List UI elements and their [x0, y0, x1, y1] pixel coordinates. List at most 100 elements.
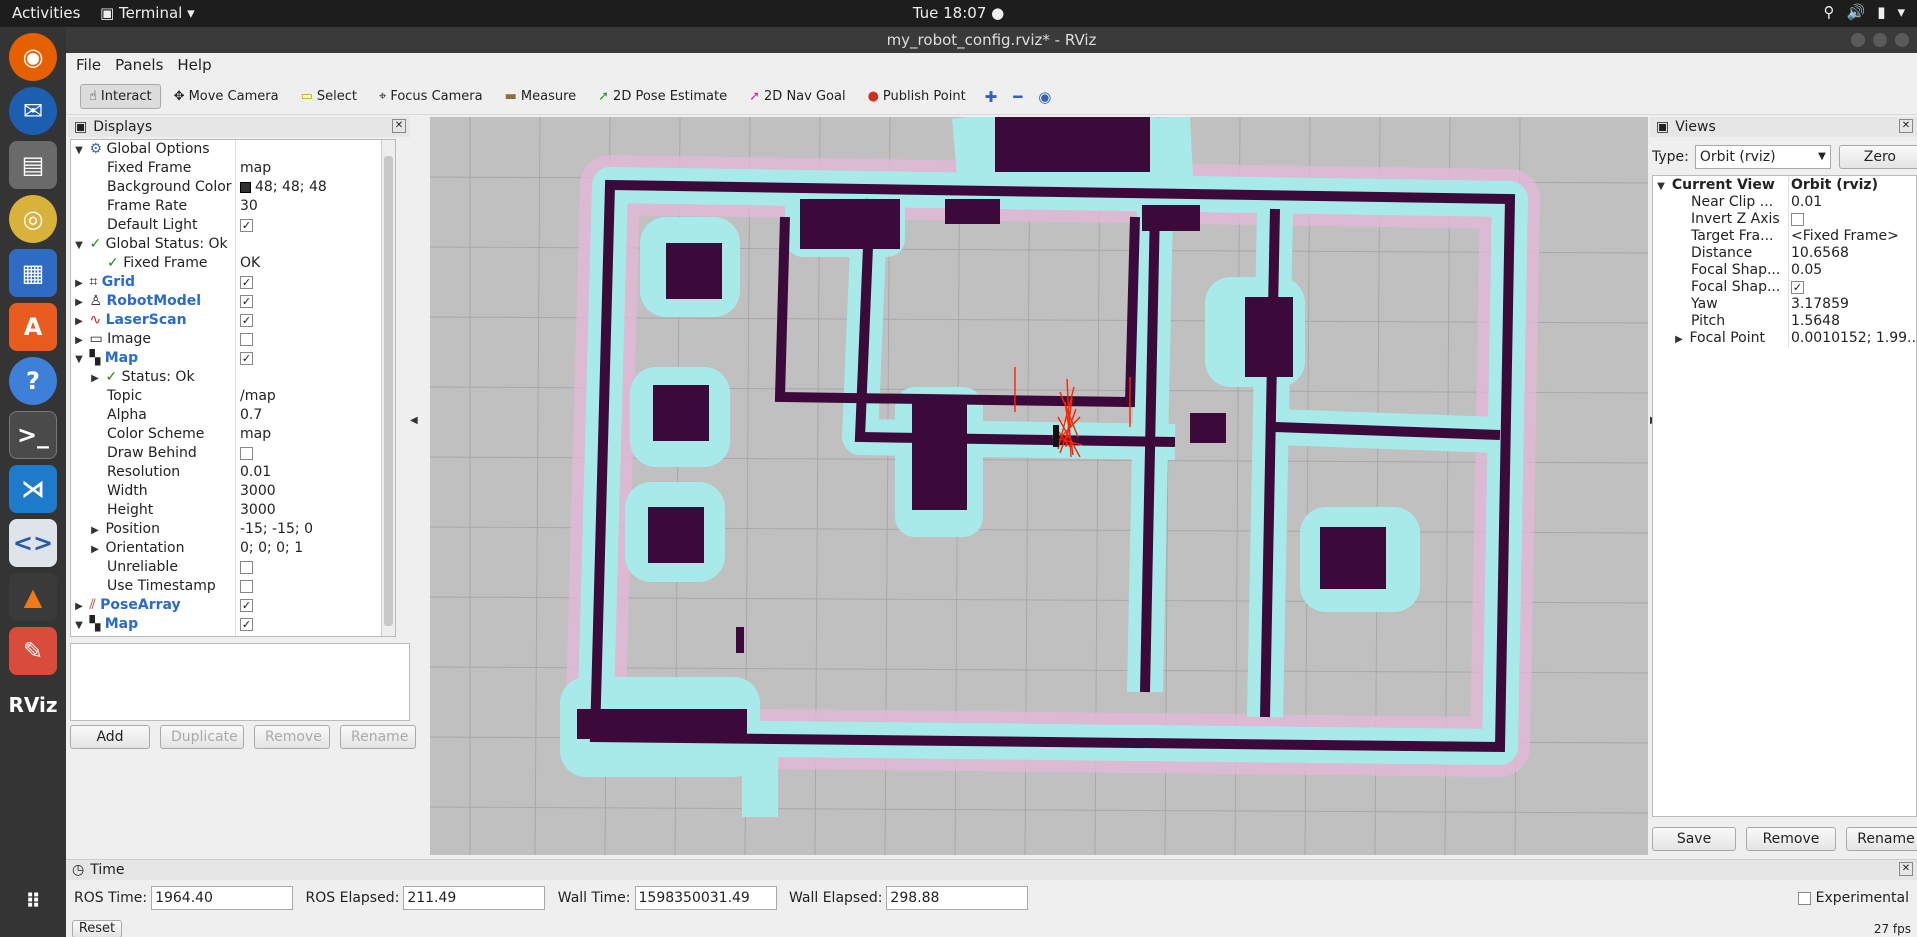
add-button[interactable]: Add — [70, 725, 150, 749]
close-icon[interactable]: ✕ — [392, 119, 406, 133]
help-icon[interactable]: ? — [9, 357, 57, 405]
tree-row[interactable]: Default Light ✓ — [71, 216, 395, 235]
move-camera-tool[interactable]: ✥ Move Camera — [165, 84, 288, 109]
tree-row[interactable]: ▼ ▚ Map ✓ — [71, 349, 395, 368]
close-icon[interactable]: ✕ — [1899, 119, 1913, 133]
menu-file[interactable]: File — [76, 53, 101, 77]
checkbox[interactable]: ✓ — [240, 275, 253, 289]
checkbox[interactable] — [240, 560, 253, 574]
files-icon[interactable]: ▤ — [9, 141, 57, 189]
tree-row[interactable]: ▼ ⚙ Global Options — [71, 140, 395, 159]
chevron-right-icon[interactable]: ▶ — [73, 312, 85, 330]
3d-viewport[interactable] — [430, 117, 1648, 855]
checkbox[interactable]: ✓ — [240, 351, 253, 365]
tree-row[interactable]: Color Scheme map — [71, 425, 395, 444]
chevron-right-icon[interactable]: ▶ — [89, 635, 101, 636]
checkbox[interactable]: ✓ — [240, 294, 253, 308]
save-button[interactable]: Save — [1652, 827, 1736, 851]
menu-panels[interactable]: Panels — [115, 53, 163, 77]
view-type-select[interactable]: Orbit (rviz) ▼ — [1694, 145, 1831, 169]
reset-button[interactable]: Reset — [72, 920, 122, 937]
tree-row[interactable]: Alpha 0.7 — [71, 406, 395, 425]
terminal-icon[interactable]: >_ — [9, 411, 57, 459]
chevron-right-icon[interactable]: ▶ — [73, 331, 85, 349]
rename-button[interactable]: Rename — [340, 725, 416, 749]
tree-row[interactable]: Frame Rate 30 — [71, 197, 395, 216]
tree-row[interactable]: Topic/map — [71, 387, 395, 406]
system-tray[interactable]: ⚲ 🔊 ▮ ▾ — [1824, 3, 1905, 21]
rviz-icon[interactable]: RViz — [8, 681, 58, 729]
collapse-left-icon[interactable]: ◀ — [410, 415, 418, 426]
checkbox[interactable] — [240, 332, 253, 346]
tree-row[interactable]: Resolution 0.01 — [71, 463, 395, 482]
publish-point-tool[interactable]: ● Publish Point — [859, 84, 975, 109]
scrollbar-thumb[interactable] — [384, 156, 393, 626]
pose-estimate-tool[interactable]: ➚ 2D Pose Estimate — [589, 84, 736, 109]
chevron-right-icon[interactable]: ▶ — [1673, 330, 1685, 348]
tree-row[interactable]: ▼ ▚ Map ✓ — [71, 615, 395, 634]
tree-row[interactable]: ▶ ⌗ Grid ✓ — [71, 273, 395, 292]
checkbox[interactable] — [1791, 212, 1804, 226]
tree-row[interactable]: ▶ ⫽ PoseArray ✓ — [71, 596, 395, 615]
tree-row[interactable]: ▶ Orientation 0; 0; 0; 1 — [71, 539, 395, 558]
duplicate-button[interactable]: Duplicate — [160, 725, 244, 749]
close-icon[interactable]: ✕ — [1899, 862, 1913, 876]
tree-row[interactable]: ▶ ✓ Status: Ok — [71, 634, 395, 636]
tree-row[interactable]: Width 3000 — [71, 482, 395, 501]
close-button[interactable] — [1895, 33, 1909, 47]
tree-row[interactable]: ▼ ✓ Global Status: Ok — [71, 235, 395, 254]
checkbox[interactable]: ✓ — [240, 617, 253, 631]
tree-row[interactable]: ▶ ▭ Image — [71, 330, 395, 349]
nav-goal-tool[interactable]: ➚ 2D Nav Goal — [740, 84, 854, 109]
ros-time-field[interactable]: 1964.40 — [151, 886, 294, 910]
add-tool-icon[interactable]: ✚ — [979, 84, 1004, 110]
remove-view-button[interactable]: Remove — [1746, 827, 1836, 851]
show-applications-icon[interactable]: ⠿ — [9, 877, 57, 925]
tree-row[interactable]: ▶ Focal Point 0.0010152; 1.99... — [1653, 329, 1916, 348]
clock[interactable]: Tue 18:07 ● — [0, 4, 1917, 22]
checkbox[interactable]: ✓ — [1791, 280, 1804, 294]
chevron-down-icon[interactable]: ▼ — [73, 236, 85, 254]
chevron-right-icon[interactable]: ▶ — [73, 597, 85, 615]
checkbox[interactable] — [240, 579, 253, 593]
checkbox[interactable]: ✓ — [240, 598, 253, 612]
wall-elapsed-field[interactable]: 298.88 — [886, 886, 1029, 910]
matlab-icon[interactable]: ▲ — [9, 573, 57, 621]
chevron-down-icon[interactable]: ▼ — [73, 616, 85, 634]
menu-help[interactable]: Help — [177, 53, 211, 77]
wall-time-field[interactable]: 1598350031.49 — [634, 886, 777, 910]
code-editor-icon[interactable]: <> — [9, 519, 57, 567]
chevron-right-icon[interactable]: ▶ — [73, 274, 85, 292]
tree-row[interactable]: ✓ Fixed Frame OK — [71, 254, 395, 273]
maximize-button[interactable] — [1873, 33, 1887, 47]
tree-row[interactable]: Draw Behind — [71, 444, 395, 463]
software-icon[interactable]: A — [9, 303, 57, 351]
tree-row[interactable]: ▶ ✓ Status: Ok — [71, 368, 395, 387]
thunderbird-icon[interactable]: ✉ — [9, 87, 57, 135]
chevron-right-icon[interactable]: ▶ — [73, 293, 85, 311]
chevron-right-icon[interactable]: ▶ — [89, 540, 101, 558]
focus-camera-tool[interactable]: ⌖ Focus Camera — [370, 84, 492, 109]
remove-button[interactable]: Remove — [254, 725, 330, 749]
writer-icon[interactable]: ▦ — [9, 249, 57, 297]
checkbox[interactable] — [240, 446, 253, 460]
tree-row[interactable]: ▶ Position -15; -15; 0 — [71, 520, 395, 539]
tree-row[interactable]: Fixed Frame map — [71, 159, 395, 178]
window-titlebar[interactable]: my_robot_config.rviz* - RViz — [66, 27, 1917, 53]
tree-row[interactable]: Background Color 48; 48; 48 — [71, 178, 395, 197]
minimize-button[interactable] — [1851, 33, 1865, 47]
chevron-down-icon[interactable]: ▼ — [73, 350, 85, 368]
rhythmbox-icon[interactable]: ◎ — [9, 195, 57, 243]
tree-row[interactable]: ▶ ∿ LaserScan ✓ — [71, 311, 395, 330]
vscode-icon[interactable]: ⋊ — [9, 465, 57, 513]
chevron-down-icon[interactable]: ▼ — [73, 141, 85, 159]
remove-tool-icon[interactable]: ━ — [1007, 84, 1028, 110]
rename-view-button[interactable]: Rename — [1846, 827, 1917, 851]
chevron-right-icon[interactable]: ▶ — [89, 521, 101, 539]
tree-row[interactable]: Use Timestamp — [71, 577, 395, 596]
tree-row[interactable]: Unreliable — [71, 558, 395, 577]
experimental-checkbox[interactable] — [1798, 891, 1812, 905]
chevron-right-icon[interactable]: ▶ — [89, 369, 101, 387]
interact-tool[interactable]: ☝ Interact — [80, 84, 161, 109]
eye-icon[interactable]: ◉ — [1032, 84, 1057, 110]
